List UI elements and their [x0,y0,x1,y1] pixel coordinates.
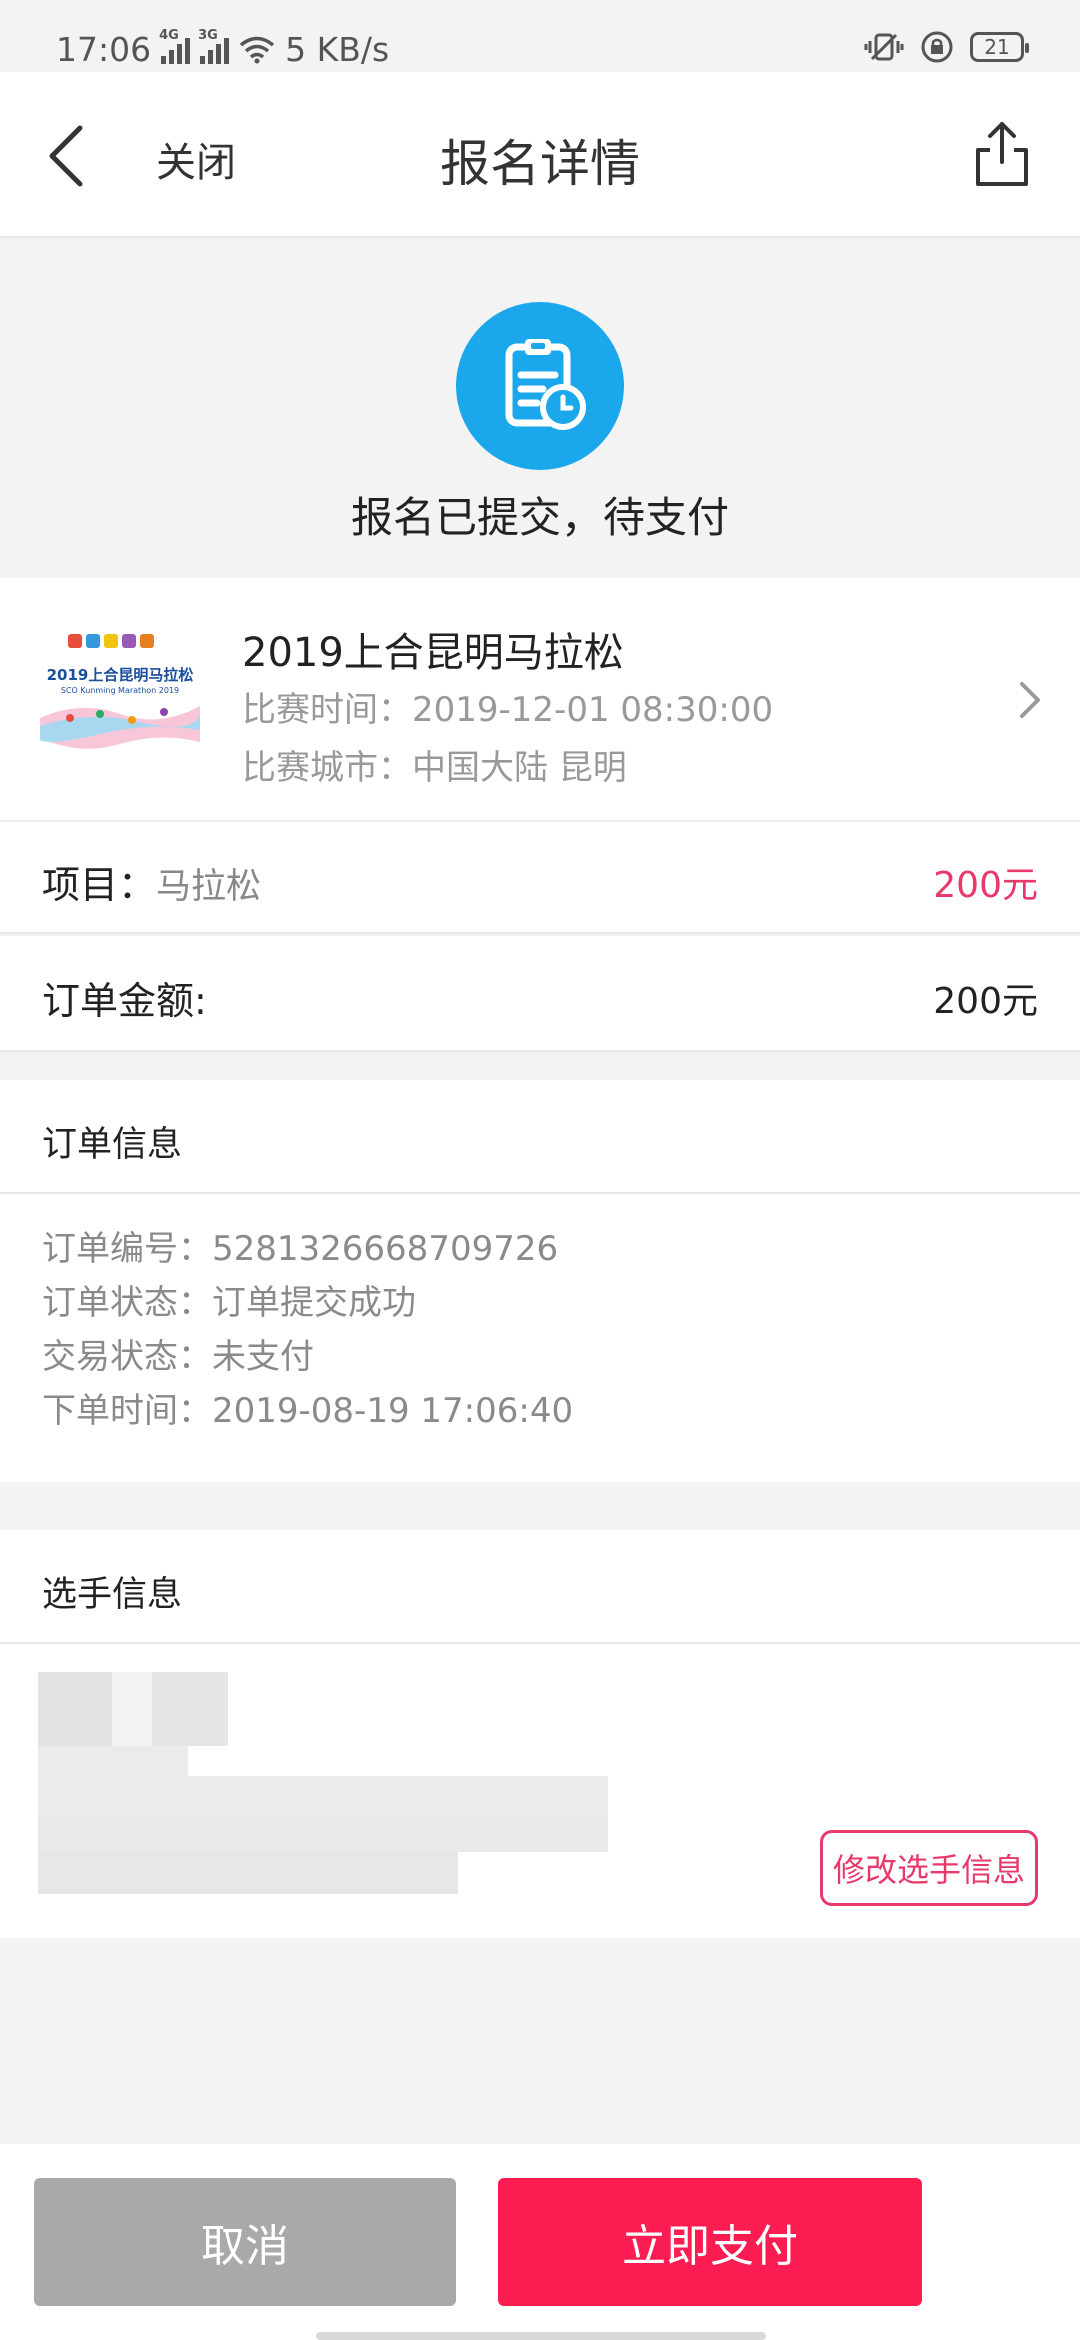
project-price: 200元 [933,865,1038,906]
order-info-section: 订单信息 订单编号：5281326668709726 订单状态：订单提交成功 交… [0,1080,1080,1482]
project-name: 马拉松 [156,867,262,907]
network-3g-label: 3G [198,27,218,43]
player-info-heading: 选手信息 [0,1530,1080,1644]
poster-subtitle: SCO Kunming Marathon 2019 [60,686,180,695]
battery-level: 21 [984,35,1010,59]
order-info-list: 订单编号：5281326668709726 订单状态：订单提交成功 交易状态：未… [0,1194,1080,1438]
cancel-button[interactable]: 取消 [34,2178,456,2306]
page-title: 报名详情 [440,135,640,193]
submission-status-text: 报名已提交，待支付 [350,493,729,542]
poster-title: 2019上合昆明马拉松 [46,666,194,684]
bottom-action-bar: 取消 立即支付 [0,2144,1080,2340]
project-row: 项目：马拉松 200元 [0,822,1080,934]
pay-now-button[interactable]: 立即支付 [498,2178,922,2306]
nav-bar: 关闭 报名详情 [0,72,1080,238]
player-info-section: 选手信息 修改选手信息 [0,1530,1080,1938]
order-amount-row: 订单金额: 200元 [0,936,1080,1052]
status-hero: 报名已提交，待支付 [0,238,1080,578]
screen: 17:06 4G 3G 5 KB/s 21 关闭 报名详情 报名已提交，待支付 … [0,0,1080,2340]
status-left: 17:06 4G 3G 5 KB/s [56,28,390,70]
order-amount-value: 200元 [933,981,1038,1022]
order-number: 订单编号：5281326668709726 [42,1229,559,1269]
edit-player-info-button[interactable]: 修改选手信息 [820,1830,1038,1906]
event-name: 2019上合昆明马拉松 [242,630,624,676]
battery-icon: 21 [970,32,1029,62]
event-time: 比赛时间：2019-12-01 08:30:00 [242,690,774,730]
vibrate-mute-icon [864,33,904,61]
project-label: 项目：马拉松 [42,854,261,909]
event-city: 比赛城市：中国大陆 昆明 [242,748,627,788]
order-amount-label: 订单金额: [42,979,207,1023]
clipboard-clock-icon [456,302,624,470]
home-indicator[interactable] [316,2332,766,2340]
signal-3g-icon: 3G [198,28,230,64]
chevron-right-icon [1020,682,1040,718]
project-label-text: 项目： [42,863,157,907]
network-speed: 5 KB/s [285,30,390,69]
event-poster: 2019上合昆明马拉松 SCO Kunming Marathon 2019 [40,622,200,772]
status-time: 17:06 [56,30,152,69]
share-icon[interactable] [972,118,1032,188]
order-info-heading: 订单信息 [0,1080,1080,1194]
wifi-icon [240,36,275,63]
order-time: 下单时间：2019-08-19 17:06:40 [42,1391,574,1431]
signal-4g-icon: 4G [159,28,191,64]
trade-status: 交易状态：未支付 [42,1337,314,1377]
order-status: 订单状态：订单提交成功 [42,1283,416,1323]
event-card[interactable]: 2019上合昆明马拉松 SCO Kunming Marathon 2019 20… [0,578,1080,822]
rotation-lock-icon [921,31,953,63]
network-4g-label: 4G [159,27,179,43]
status-right: 21 [864,30,1029,64]
status-bar: 17:06 4G 3G 5 KB/s 21 [0,0,1080,72]
